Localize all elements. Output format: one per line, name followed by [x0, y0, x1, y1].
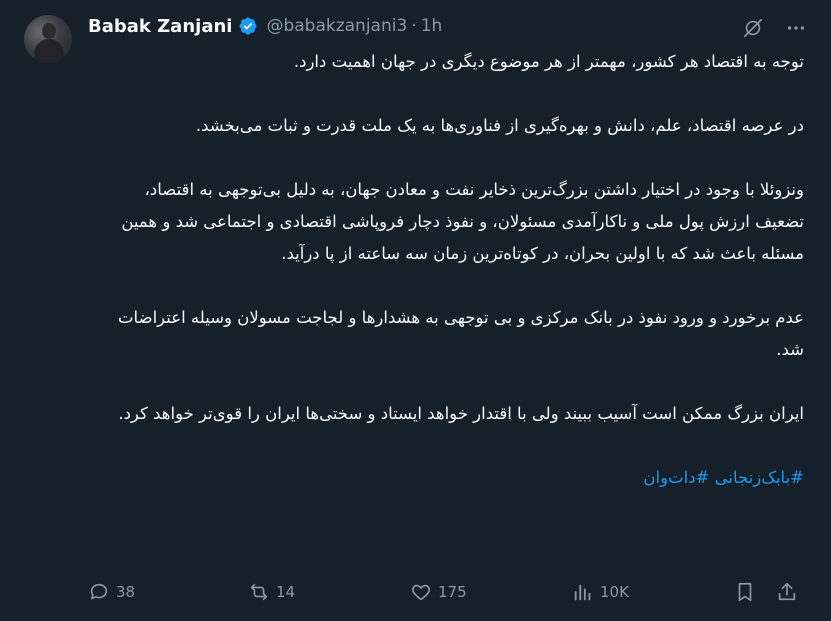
- share-icon: [778, 582, 796, 601]
- views-button[interactable]: 10K: [572, 574, 629, 610]
- tweet: Babak Zanjani @babakzanjani3 · 1h توجه ب…: [0, 0, 831, 621]
- tweet-text: توجه به اقتصاد هر کشور، مهمتر از هر موضو…: [92, 46, 804, 494]
- repost-button[interactable]: 14: [248, 574, 295, 610]
- reply-icon: [90, 583, 108, 600]
- tweet-paragraph: ایران بزرگ ممکن است آسیب ببیند ولی با اق…: [118, 404, 804, 423]
- repost-icon: [250, 583, 268, 601]
- reply-count: 38: [116, 583, 136, 601]
- reply-button[interactable]: 38: [88, 574, 135, 610]
- like-icon: [412, 584, 430, 601]
- like-count: 175: [438, 583, 467, 601]
- separator-dot: ·: [411, 16, 417, 36]
- verified-badge-icon: [239, 17, 257, 35]
- author-name[interactable]: Babak Zanjani: [88, 16, 232, 37]
- tweet-paragraph: توجه به اقتصاد هر کشور، مهمتر از هر موضو…: [293, 52, 804, 71]
- timestamp[interactable]: 1h: [421, 16, 443, 36]
- views-count: 10K: [600, 583, 629, 601]
- like-button[interactable]: 175: [410, 574, 467, 610]
- grok-icon[interactable]: [742, 17, 764, 39]
- views-icon: [574, 584, 591, 601]
- tweet-header: Babak Zanjani @babakzanjani3 · 1h: [88, 14, 442, 38]
- bookmark-button[interactable]: [734, 574, 756, 610]
- repost-count: 14: [276, 583, 296, 601]
- tweet-paragraph: ونزوئلا با وجود در اختیار داشتن بزرگ‌تری…: [121, 180, 804, 263]
- tweet-paragraph: در عرصه اقتصاد، علم، دانش و بهره‌گیری از…: [195, 116, 804, 135]
- tweet-paragraph: عدم برخورد و ورود نفوذ در بانک مرکزی و ب…: [118, 308, 804, 359]
- author-handle[interactable]: @babakzanjani3: [266, 16, 407, 36]
- share-button[interactable]: [776, 574, 798, 610]
- action-bar: 38 14 175 10K: [88, 574, 808, 610]
- avatar[interactable]: [24, 15, 72, 63]
- more-icon[interactable]: [785, 17, 807, 39]
- hashtags[interactable]: #بابک‌زنجانی #دات‌وان: [92, 462, 804, 494]
- bookmark-icon: [738, 582, 752, 602]
